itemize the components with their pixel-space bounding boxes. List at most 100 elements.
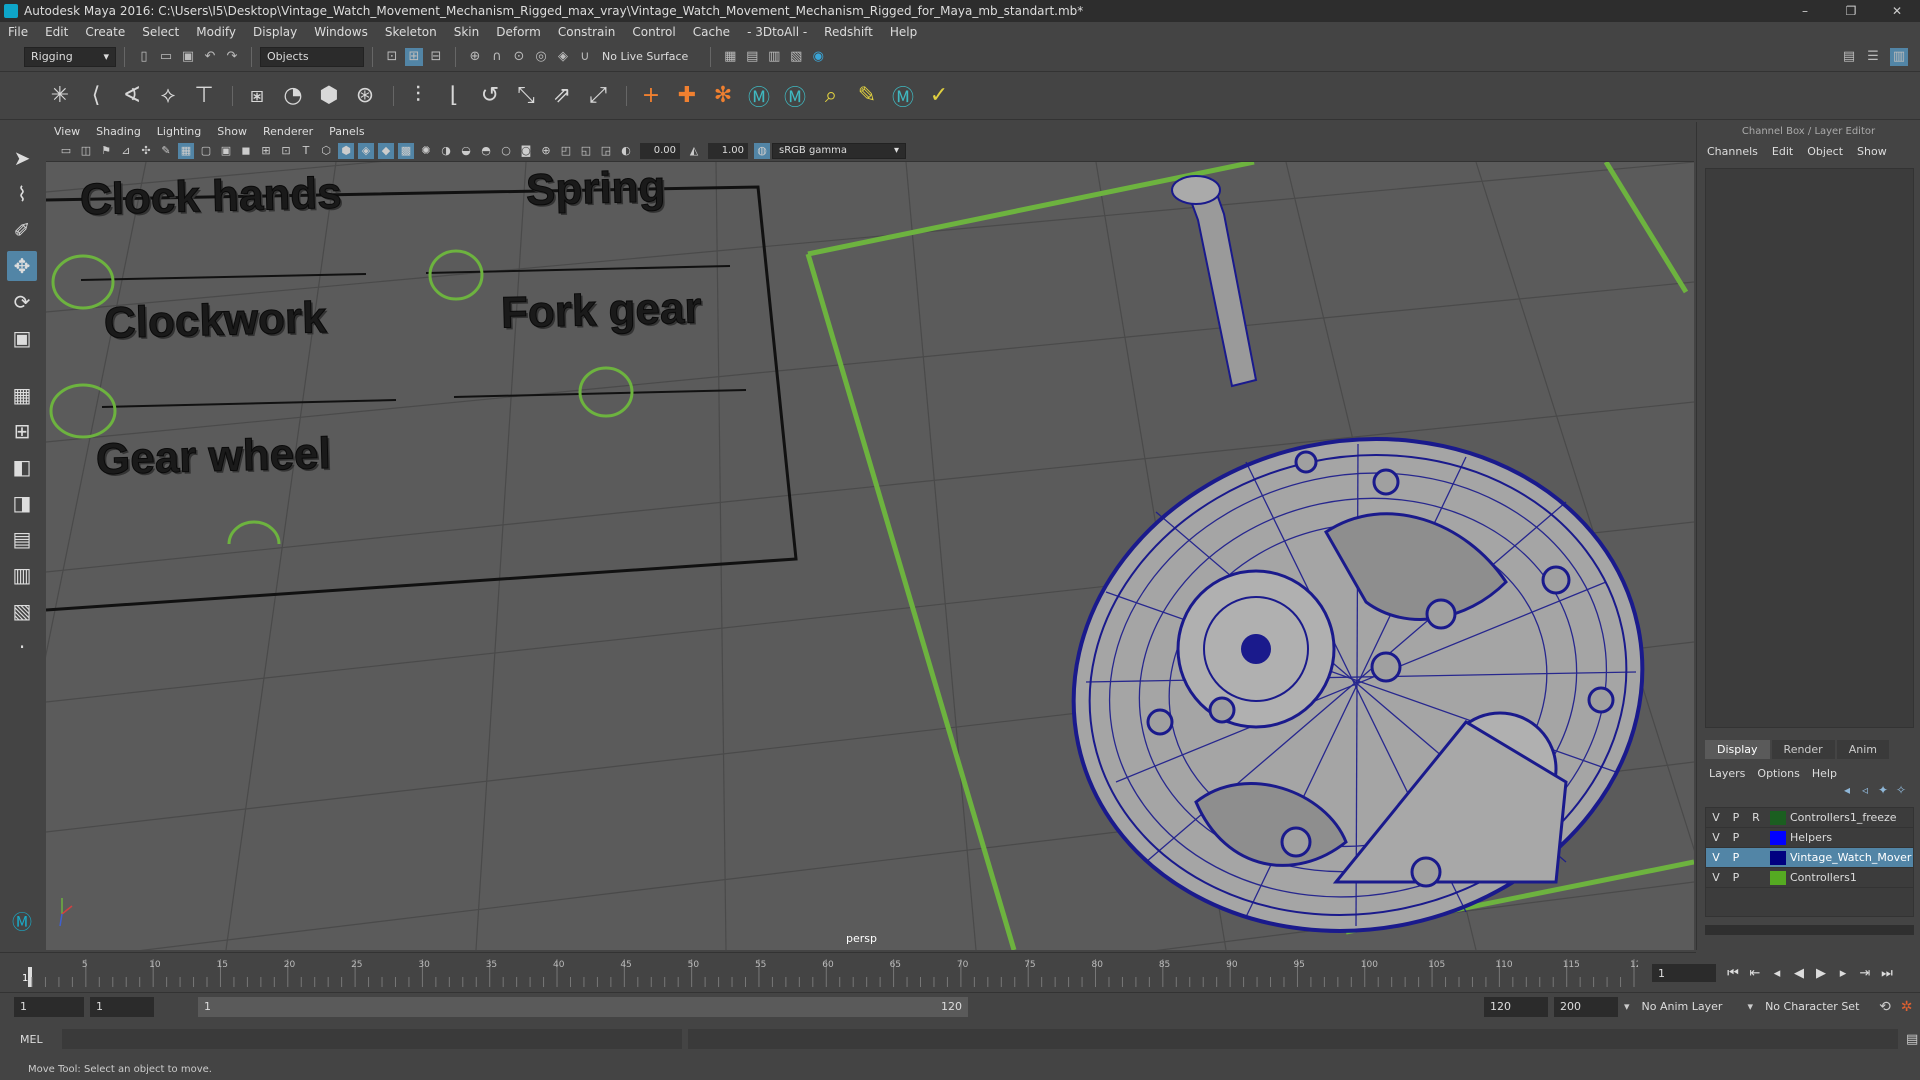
menu-skeleton[interactable]: Skeleton <box>385 25 437 39</box>
character-set-dropdown[interactable]: No Character Set <box>1759 997 1875 1017</box>
go-to-end-icon[interactable]: ⏭ <box>1876 962 1898 984</box>
layer-visibility-toggle[interactable]: V <box>1706 831 1726 844</box>
layer-playback-toggle[interactable]: P <box>1726 851 1746 864</box>
ik-spline-icon[interactable]: ∢ <box>116 80 148 112</box>
snap-surface-icon[interactable]: ◈ <box>554 48 572 66</box>
layer-color-swatch[interactable] <box>1770 870 1786 885</box>
auto-key-icon[interactable]: ⟲ <box>1879 999 1891 1015</box>
view-transform-dropdown[interactable]: sRGB gamma ▾ <box>772 142 906 159</box>
preferences-icon[interactable]: ✲ <box>1901 999 1913 1015</box>
hypershade-icon[interactable]: ◉ <box>809 48 827 66</box>
step-back-key-icon[interactable]: ⇤ <box>1744 962 1766 984</box>
mode-dropdown[interactable]: Rigging ▾ <box>24 46 116 67</box>
smooth-bind-icon[interactable]: ⧆ <box>241 80 273 112</box>
channel-box-icon[interactable]: ▥ <box>1890 47 1908 66</box>
layer-color-swatch[interactable] <box>1770 830 1786 845</box>
color-management-icon[interactable]: ◍ <box>754 142 770 159</box>
smooth-shade-icon[interactable]: ⬢ <box>338 142 354 159</box>
cb-menu-edit[interactable]: Edit <box>1772 145 1793 158</box>
play-backwards-icon[interactable]: ◀ <box>1788 962 1810 984</box>
panel-menu-shading[interactable]: Shading <box>96 125 141 138</box>
lights-icon[interactable]: ✺ <box>418 143 434 159</box>
anti-alias-icon[interactable]: ◱ <box>578 143 594 159</box>
layer-display-type-toggle[interactable]: R <box>1746 811 1766 824</box>
step-forward-key-icon[interactable]: ⇥ <box>1854 962 1876 984</box>
bookmark-icon[interactable]: ⚑ <box>98 143 114 159</box>
render-frame-icon[interactable]: ▤ <box>743 48 761 66</box>
playback-end-field[interactable]: 120 <box>1484 996 1548 1017</box>
wireframe-icon[interactable]: ⬡ <box>318 143 334 159</box>
script-editor-icon[interactable]: ▤ <box>1906 1032 1918 1047</box>
menu-help[interactable]: Help <box>890 25 917 39</box>
textured-icon[interactable]: ◆ <box>378 142 394 159</box>
layer-row[interactable]: V P Helpers <box>1706 828 1913 848</box>
panel-menu-panels[interactable]: Panels <box>329 125 364 138</box>
hypershade-layout-icon[interactable]: ▤ <box>7 524 37 554</box>
menu-file[interactable]: File <box>8 25 28 39</box>
film-gate-icon[interactable]: ▢ <box>198 143 214 159</box>
panel-menu-view[interactable]: View <box>54 125 80 138</box>
locator-icon[interactable]: + <box>635 80 667 112</box>
field-chart-icon[interactable]: ⊞ <box>258 143 274 159</box>
xray-active-icon[interactable]: ◓ <box>478 143 494 159</box>
go-to-start-icon[interactable]: ⏮ <box>1722 962 1744 984</box>
ambient-occlusion-icon[interactable]: ◙ <box>518 143 534 159</box>
layer-row[interactable]: V P Vintage_Watch_Mover <box>1706 848 1913 868</box>
grid-toggle-icon[interactable]: ▦ <box>178 142 194 159</box>
layer-menu-options[interactable]: Options <box>1757 767 1799 780</box>
layer-playback-toggle[interactable]: P <box>1726 831 1746 844</box>
move-layer-up-icon[interactable]: ◂ <box>1838 783 1856 803</box>
select-hierarchy-icon[interactable]: ⊡ <box>383 48 401 66</box>
minimize-button[interactable]: – <box>1782 0 1828 22</box>
new-scene-icon[interactable]: ▯ <box>135 48 153 66</box>
cb-menu-show[interactable]: Show <box>1857 145 1887 158</box>
pole-vector-icon[interactable]: ⤢ <box>582 80 614 112</box>
attribute-editor-icon[interactable]: ☰ <box>1864 48 1882 66</box>
uv-layout-icon[interactable]: ▧ <box>7 596 37 626</box>
rotate-tool-icon[interactable]: ⟳ <box>7 287 37 317</box>
scale-tool-icon[interactable]: ▣ <box>7 323 37 353</box>
gamma-field[interactable]: 1.00 <box>708 142 748 159</box>
image-plane-icon[interactable]: ⊿ <box>118 143 134 159</box>
layer-playback-toggle[interactable]: P <box>1726 871 1746 884</box>
menu-create[interactable]: Create <box>85 25 125 39</box>
range-slider[interactable]: 1 120 <box>198 996 968 1017</box>
panel-menu-show[interactable]: Show <box>217 125 247 138</box>
menu-skin[interactable]: Skin <box>454 25 480 39</box>
paint-select-icon[interactable]: ✐ <box>7 215 37 245</box>
rigid-bind-icon[interactable]: ◔ <box>277 80 309 112</box>
maximize-button[interactable]: ❐ <box>1828 0 1874 22</box>
selection-mask-dropdown[interactable]: Objects <box>260 46 364 67</box>
script-editor-layout-icon[interactable]: ▥ <box>7 560 37 590</box>
menu-modify[interactable]: Modify <box>196 25 236 39</box>
select-object-icon[interactable]: ⊞ <box>405 47 423 66</box>
playback-start-field[interactable]: 1 <box>90 996 154 1017</box>
hik-control-icon[interactable]: Ⓜ <box>779 80 811 112</box>
aim-constraint-icon[interactable]: ⇗ <box>546 80 578 112</box>
step-forward-frame-icon[interactable]: ▸ <box>1832 962 1854 984</box>
layer-menu-help[interactable]: Help <box>1812 767 1837 780</box>
orient-constraint-icon[interactable]: ↺ <box>474 80 506 112</box>
safe-title-icon[interactable]: T <box>298 143 314 159</box>
ik-handle-icon[interactable]: ⟨ <box>80 80 112 112</box>
layer-playback-toggle[interactable]: P <box>1726 811 1746 824</box>
menu-deform[interactable]: Deform <box>496 25 541 39</box>
new-layer-selected-icon[interactable]: ✧ <box>1892 783 1910 803</box>
perspective-viewport[interactable]: Clock hands Spring Clockwork Fork gear G… <box>46 162 1694 950</box>
more-layouts-icon[interactable]: · <box>7 632 37 662</box>
insert-joint-icon[interactable]: ⟡ <box>152 80 184 112</box>
play-forwards-icon[interactable]: ▶ <box>1810 962 1832 984</box>
close-button[interactable]: ✕ <box>1874 0 1920 22</box>
undo-icon[interactable]: ↶ <box>201 48 219 66</box>
grease-pencil-icon[interactable]: ✎ <box>158 143 174 159</box>
channel-box-area[interactable] <box>1705 168 1914 728</box>
tab-render[interactable]: Render <box>1771 740 1835 759</box>
layer-color-swatch[interactable] <box>1770 810 1786 825</box>
menu-select[interactable]: Select <box>142 25 179 39</box>
layer-scrollbar[interactable] <box>1705 925 1914 935</box>
joint-tool-icon[interactable]: ✳ <box>44 80 76 112</box>
menu-display[interactable]: Display <box>253 25 297 39</box>
anim-layer-dropdown[interactable]: No Anim Layer <box>1636 997 1746 1017</box>
tab-anim[interactable]: Anim <box>1836 740 1889 759</box>
cb-menu-object[interactable]: Object <box>1807 145 1843 158</box>
